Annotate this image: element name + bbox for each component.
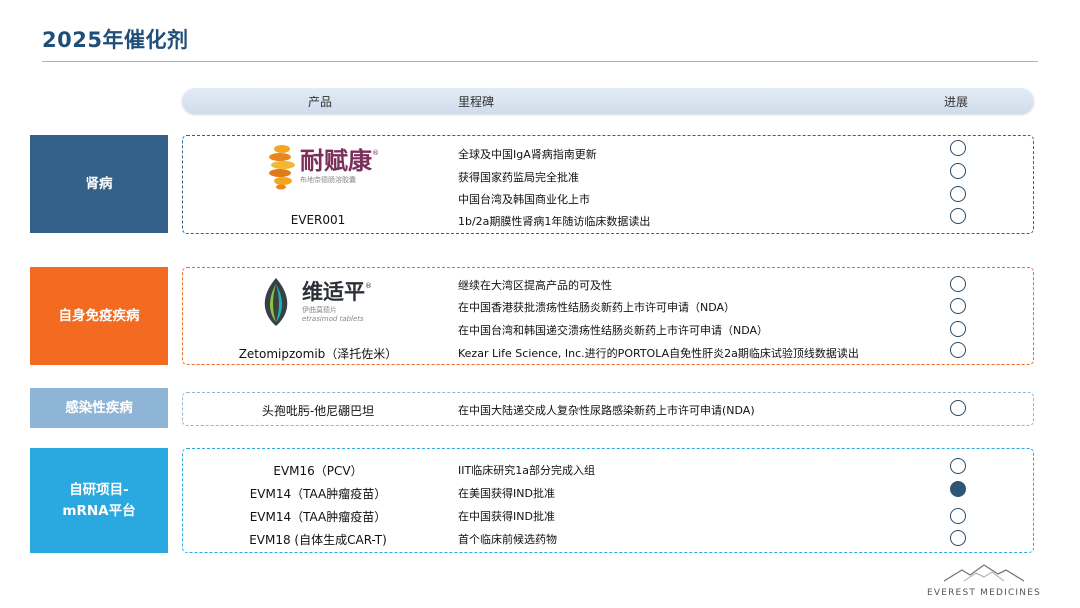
milestone-text: 1b/2a期膜性肾病1年随访临床数据读出 bbox=[458, 215, 651, 228]
header-progress: 进展 bbox=[944, 95, 969, 109]
progress-indicator bbox=[950, 321, 966, 337]
mountain-logo-icon bbox=[943, 564, 1025, 582]
page-title: 2025年催化剂 bbox=[42, 28, 189, 52]
registered-mark: ® bbox=[365, 281, 372, 290]
progress-indicator bbox=[950, 458, 966, 474]
progress-indicator bbox=[950, 140, 966, 156]
logo-brand-name: 维适平 bbox=[302, 279, 365, 304]
logo-subtitle-en: etrasimod tablets bbox=[302, 314, 364, 323]
milestone-text: 全球及中国IgA肾病指南更新 bbox=[458, 148, 597, 161]
milestone-text: 继续在大湾区提高产品的可及性 bbox=[458, 279, 612, 292]
progress-indicator bbox=[950, 400, 966, 416]
progress-indicator bbox=[950, 208, 966, 224]
product-logo-nefecon: 耐赋康 ® 布地奈德肠溶胶囊 bbox=[268, 144, 379, 190]
product-logo-velsipity: 维适平 ® 伊曲莫德片 etrasimod tablets bbox=[256, 276, 372, 328]
progress-indicator bbox=[950, 186, 966, 202]
category-infection: 感染性疾病 bbox=[30, 388, 168, 428]
milestone-text: 在中国台湾和韩国递交溃疡性结肠炎新药上市许可申请（NDA） bbox=[458, 324, 769, 337]
progress-indicator bbox=[950, 342, 966, 358]
company-logo: EVEREST MEDICINES bbox=[926, 564, 1042, 598]
milestone-text: 在中国香港获批溃疡性结肠炎新药上市许可申请（NDA） bbox=[458, 301, 736, 314]
milestone-text: IIT临床研究1a部分完成入组 bbox=[458, 464, 595, 477]
company-name: EVEREST MEDICINES bbox=[926, 588, 1042, 598]
spiral-logo-icon bbox=[269, 145, 295, 190]
category-renal: 肾病 bbox=[30, 135, 168, 233]
header-milestone: 里程碑 bbox=[458, 95, 495, 109]
progress-indicator bbox=[950, 276, 966, 292]
milestone-text: Kezar Life Science, Inc.进行的PORTOLA自免性肝炎2… bbox=[458, 347, 859, 360]
progress-indicator bbox=[950, 530, 966, 546]
product-name: EVM18 (自体生成CAR-T) bbox=[249, 533, 387, 547]
milestone-text: 首个临床前候选药物 bbox=[458, 533, 557, 546]
product-name: EVM14（TAA肿瘤疫苗） bbox=[249, 487, 387, 501]
logo-subtitle: 伊曲莫德片 bbox=[302, 305, 337, 314]
product-name: Zetomipzomib（泽托佐米） bbox=[238, 347, 398, 361]
header-product: 产品 bbox=[308, 95, 333, 109]
registered-mark: ® bbox=[372, 149, 379, 157]
logo-subtitle: 布地奈德肠溶胶囊 bbox=[300, 176, 356, 184]
milestone-text: 在中国获得IND批准 bbox=[458, 510, 555, 523]
product-name: EVM14（TAA肿瘤疫苗） bbox=[249, 510, 387, 524]
milestone-text: 中国台湾及韩国商业化上市 bbox=[458, 193, 590, 206]
milestone-text: 在中国大陆递交成人复杂性尿路感染新药上市许可申请(NDA) bbox=[458, 404, 755, 417]
table-header: 产品 里程碑 进展 bbox=[182, 88, 1034, 114]
title-divider bbox=[42, 61, 1038, 62]
milestone-text: 在美国获得IND批准 bbox=[458, 487, 555, 500]
progress-indicator-complete bbox=[950, 481, 966, 497]
product-name: 头孢吡肟-他尼硼巴坦 bbox=[261, 404, 375, 418]
category-autoimmune: 自身免疫疾病 bbox=[30, 267, 168, 365]
progress-indicator bbox=[950, 298, 966, 314]
category-inhouse-mrna: 自研项目- mRNA平台 bbox=[30, 448, 168, 553]
progress-indicator bbox=[950, 508, 966, 524]
leaf-logo-icon bbox=[264, 278, 288, 326]
product-name: EVM16（PCV） bbox=[273, 464, 363, 478]
milestone-text: 获得国家药监局完全批准 bbox=[458, 171, 579, 184]
progress-indicator bbox=[950, 163, 966, 179]
category-line: 自研项目- bbox=[69, 482, 129, 499]
product-name: EVER001 bbox=[290, 213, 346, 227]
category-line: mRNA平台 bbox=[62, 502, 136, 519]
logo-brand-name: 耐赋康 bbox=[300, 147, 372, 175]
